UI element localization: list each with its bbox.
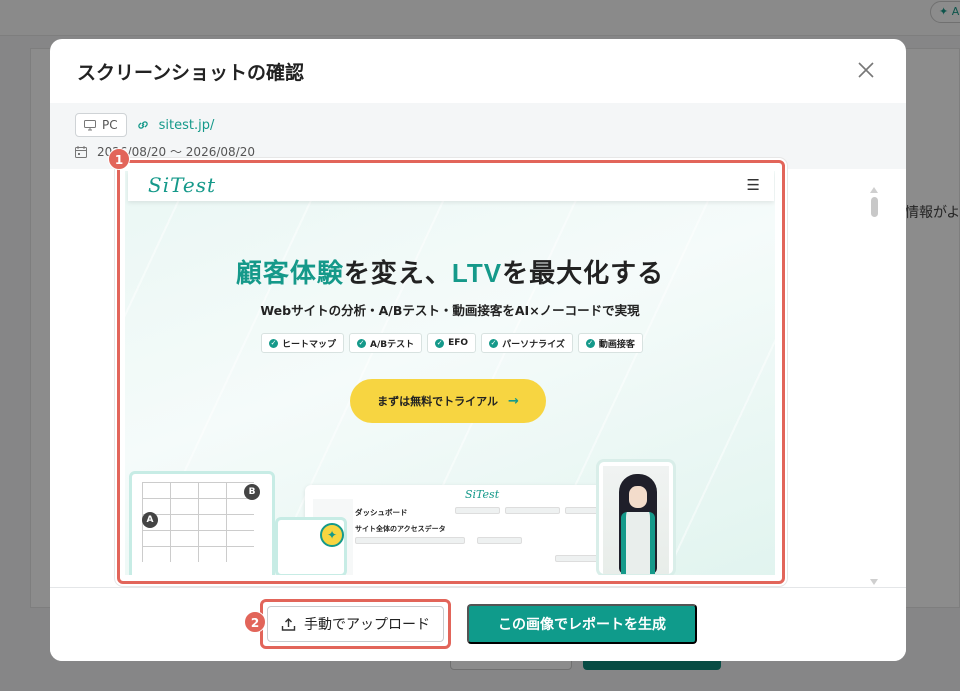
site-url-link[interactable]: sitest.jp/ [159,118,215,133]
check-icon: ✓ [585,338,595,348]
device-label: PC [102,118,118,132]
monitor-icon [84,119,96,130]
scroll-up-arrow-icon[interactable] [870,187,878,193]
annotation-badge-1: 1 [108,148,130,170]
device-badge: PC [75,113,127,137]
headline-accent-1: 顧客体験 [235,258,344,288]
scroll-thumb[interactable] [870,197,878,217]
hamburger-icon: ☰ [746,176,760,194]
preview-scrollbar[interactable] [869,187,879,585]
dashboard-title: ダッシュボード [355,508,408,517]
scroll-down-arrow-icon[interactable] [870,579,878,585]
feature-tag-label: EFO [448,338,469,348]
screenshot-confirm-modal: スクリーンショットの確認 PC sitest.jp/ 2026/08/20 〜 … [50,39,906,661]
feature-tag-label: ヒートマップ [282,339,337,350]
close-button[interactable] [856,60,876,80]
feature-tag-label: 動画接客 [598,339,635,350]
check-icon: ✓ [489,338,499,348]
dashboard-control [505,507,560,514]
avatar-body [621,512,655,574]
site-navbar: SiTest ☰ [128,171,774,201]
feature-tag: ✓ 動画接客 [577,333,643,353]
generate-report-button[interactable]: この画像でレポートを生成 [467,604,697,644]
hero-headline: 顧客体験を変え、LTVを最大化する [125,253,775,290]
feature-tag: ✓ ヒートマップ [261,333,345,353]
dashboard-control [455,507,500,514]
dashboard-logo: SiTest [465,488,500,501]
close-icon [858,62,874,78]
check-icon: ✓ [269,338,278,348]
dashboard-mockup: SiTest ダッシュボード サイト全体のアクセスデータ [305,485,627,575]
headline-accent-2: LTV [451,258,503,288]
check-icon: ✓ [435,338,445,348]
avatar-face [629,486,647,508]
arrow-right-icon: → [507,393,519,409]
site-logo: SiTest [148,173,217,197]
screenshot-preview: SiTest ☰ 顧客体験を変え、LTVを最大化する Webサイトの分析・A/B… [125,171,775,575]
phone-screen [603,466,669,574]
modal-header: スクリーンショットの確認 [50,39,906,103]
mockup-badge-b: B [244,484,260,500]
feature-tag: ✓ A/Bテスト [349,333,423,353]
screenshot-preview-highlight: SiTest ☰ 顧客体験を変え、LTVを最大化する Webサイトの分析・A/B… [117,160,785,584]
trial-cta-label: まずは無料でトライアル [377,395,498,408]
feature-tag-label: A/Bテスト [370,339,415,350]
manual-upload-button[interactable]: 手動でアップロード [267,606,444,642]
sparkle-icon: ✦ [320,523,344,547]
phone-mockup [596,459,676,575]
headline-end: を最大化する [502,258,665,288]
link-icon [136,118,150,132]
dashboard-control [477,537,522,544]
mockup-badge-a: A [142,512,158,528]
upload-highlight: 手動でアップロード [260,599,451,649]
check-icon: ✓ [357,338,367,348]
hero-subheadline: Webサイトの分析・A/Bテスト・動画接客をAI×ノーコードで実現 [260,303,640,318]
trial-cta: まずは無料でトライアル → [350,379,546,423]
manual-upload-label: 手動でアップロード [304,616,430,632]
annotation-badge-2: 2 [244,611,266,633]
headline-mid: を変え、 [343,258,452,288]
calendar-icon [75,145,87,158]
mockup-grid [142,482,254,562]
feature-tags: ✓ ヒートマップ ✓ A/Bテスト ✓ EFO ✓ パーソナライズ ✓ 動画接客 [261,333,643,353]
upload-icon [281,617,296,631]
heatmap-mockup: B A [129,471,275,575]
dashboard-control [355,537,465,544]
feature-tag: ✓ パーソナライズ [481,333,573,353]
feature-tag: ✓ EFO [427,333,477,353]
modal-title: スクリーンショットの確認 [77,62,305,84]
dashboard-subtitle: サイト全体のアクセスデータ [355,525,446,533]
feature-tag-label: パーソナライズ [502,339,565,350]
